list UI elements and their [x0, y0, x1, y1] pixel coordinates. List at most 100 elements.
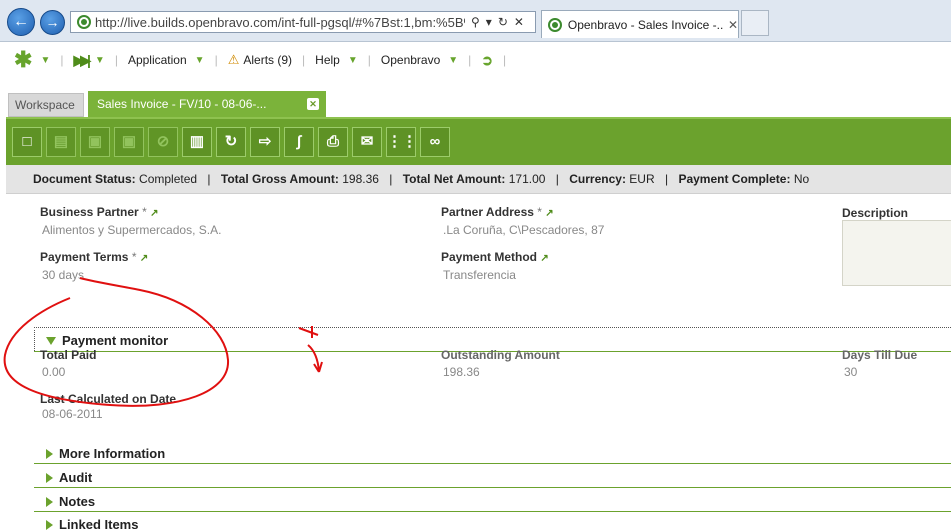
payment-method-label: Payment Method ↗	[441, 250, 549, 264]
section-divider	[34, 327, 951, 328]
link-arrow-icon: ↗	[150, 208, 159, 219]
outstanding-amount-label: Outstanding Amount	[441, 348, 560, 362]
back-arrow-icon[interactable]: ←	[7, 8, 35, 36]
openbravo-site-icon	[548, 17, 562, 32]
attach-icon[interactable]: ∫	[284, 127, 314, 157]
more-information-header[interactable]: More Information	[46, 446, 165, 461]
link-arrow-icon: ↗	[545, 208, 554, 219]
link-arrow-icon: ↗	[540, 253, 549, 264]
payment-complete-value: No	[793, 172, 810, 186]
save-icon[interactable]: ▣	[80, 127, 110, 157]
logout-icon[interactable]: ➲	[481, 52, 493, 69]
chevron-down-icon[interactable]: ▼	[195, 55, 205, 66]
total-gross-label: Total Gross Amount:	[220, 172, 339, 186]
quick-launch-icon[interactable]: ✱	[14, 49, 32, 71]
refresh-icon[interactable]: ↻	[216, 127, 246, 157]
linked-items-title: Linked Items	[59, 517, 139, 532]
business-partner-label: Business Partner * ↗	[40, 205, 159, 219]
new-tab-button[interactable]	[741, 10, 769, 36]
payment-complete-label: Payment Complete:	[678, 172, 791, 186]
alert-icon: ⚠	[227, 52, 240, 67]
payment-terms-value[interactable]: 30 days	[42, 268, 84, 282]
collapsed-triangle-icon	[46, 448, 53, 459]
delete-icon[interactable]: ▥	[182, 127, 212, 157]
new-document-icon[interactable]: □	[12, 127, 42, 157]
chevron-down-icon[interactable]: ▼	[348, 55, 358, 66]
last-calculated-label: Last Calculated on Date	[40, 392, 177, 406]
total-gross-value: 198.36	[342, 172, 379, 186]
audit-title: Audit	[59, 470, 93, 485]
tab-sales-invoice[interactable]: Sales Invoice - FV/10 - 08-06-... ✕	[88, 91, 326, 117]
app-tab-strip: Workspace Sales Invoice - FV/10 - 08-06-…	[0, 91, 951, 117]
partner-address-label: Partner Address * ↗	[441, 205, 554, 219]
total-net-label: Total Net Amount:	[402, 172, 506, 186]
currency-label: Currency:	[569, 172, 626, 186]
days-till-due-label: Days Till Due	[842, 348, 918, 362]
toolbar: □ ▤ ▣ ▣ ⊘ ▥ ↻ ⇨ ∫ ⎙ ✉ ⋮⋮ ∞	[6, 117, 951, 165]
more-information-title: More Information	[59, 446, 166, 461]
audit-trail-icon[interactable]: ⋮⋮	[386, 127, 417, 157]
email-icon[interactable]: ✉	[352, 127, 382, 157]
fast-forward-icon[interactable]: ▶▶|	[73, 52, 91, 69]
tab-workspace[interactable]: Workspace	[8, 93, 84, 117]
browser-toolbar: ← → http://live.builds.openbravo.com/int…	[0, 0, 951, 42]
browser-tab-title: Openbravo - Sales Invoice -...	[567, 17, 724, 32]
section-divider	[34, 463, 951, 464]
menu-application[interactable]: Application	[128, 53, 187, 67]
audit-header[interactable]: Audit	[46, 470, 92, 485]
refresh-icon[interactable]: ↻	[498, 15, 508, 29]
expanded-triangle-icon	[46, 336, 56, 345]
url-text[interactable]: http://live.builds.openbravo.com/int-ful…	[95, 15, 465, 30]
section-divider	[34, 511, 951, 512]
stop-icon[interactable]: ✕	[514, 15, 524, 29]
search-icon[interactable]: ⚲	[471, 15, 480, 29]
undo-icon[interactable]: ⊘	[148, 127, 178, 157]
collapsed-triangle-icon	[46, 472, 53, 483]
close-tab-icon[interactable]: ✕	[728, 18, 738, 32]
collapsed-triangle-icon	[46, 496, 53, 507]
menu-user[interactable]: Openbravo	[381, 53, 440, 67]
app-menu-bar: ✱ ▼ | ▶▶| ▼ | Application ▼ | ⚠ Alerts (…	[14, 47, 507, 72]
description-label: Description	[842, 206, 909, 220]
payment-terms-label: Payment Terms * ↗	[40, 250, 149, 264]
total-net-value: 171.00	[508, 172, 546, 186]
dropdown-icon[interactable]: ▾	[486, 15, 492, 29]
chevron-down-icon[interactable]: ▼	[95, 55, 105, 66]
openbravo-site-icon	[77, 15, 91, 29]
print-icon[interactable]: ⎙	[318, 127, 348, 157]
days-till-due-value: 30	[844, 365, 858, 379]
payment-monitor-header[interactable]: Payment monitor	[46, 333, 168, 348]
browser-tab[interactable]: Openbravo - Sales Invoice -... ✕	[541, 10, 739, 38]
currency-value: EUR	[629, 172, 655, 186]
description-field[interactable]	[842, 220, 951, 286]
notes-header[interactable]: Notes	[46, 494, 95, 509]
export-icon[interactable]: ⇨	[250, 127, 280, 157]
business-partner-value[interactable]: Alimentos y Supermercados, S.A.	[42, 223, 221, 237]
document-status-label: Document Status:	[33, 172, 136, 186]
linked-items-header[interactable]: Linked Items	[46, 517, 138, 532]
menu-alerts[interactable]: Alerts (9)	[243, 53, 292, 67]
chevron-down-icon[interactable]: ▼	[40, 55, 50, 66]
menu-help[interactable]: Help	[315, 53, 340, 67]
notes-title: Notes	[59, 494, 96, 509]
address-bar[interactable]: http://live.builds.openbravo.com/int-ful…	[70, 11, 536, 33]
new-row-icon[interactable]: ▤	[46, 127, 76, 157]
forward-arrow-icon[interactable]: →	[40, 10, 65, 35]
document-status-bar: Document Status: Completed | Total Gross…	[6, 165, 951, 194]
tab-sales-invoice-label: Sales Invoice - FV/10 - 08-06-...	[97, 97, 267, 111]
chevron-down-icon[interactable]: ▼	[448, 55, 458, 66]
outstanding-amount-value: 198.36	[443, 365, 480, 379]
section-divider	[34, 487, 951, 488]
partner-address-value[interactable]: .La Coruña, C\Pescadores, 87	[443, 223, 604, 237]
save-close-icon[interactable]: ▣	[114, 127, 144, 157]
link-arrow-icon: ↗	[139, 253, 149, 264]
payment-monitor-title: Payment monitor	[62, 333, 169, 348]
last-calculated-value: 08-06-2011	[42, 407, 103, 421]
close-icon[interactable]: ✕	[307, 98, 319, 110]
total-paid-value: 0.00	[42, 365, 66, 379]
link-icon[interactable]: ∞	[420, 127, 450, 157]
collapsed-triangle-icon	[46, 519, 53, 530]
total-paid-label: Total Paid	[40, 348, 97, 362]
document-status-value: Completed	[139, 172, 198, 186]
payment-method-value[interactable]: Transferencia	[443, 268, 516, 282]
